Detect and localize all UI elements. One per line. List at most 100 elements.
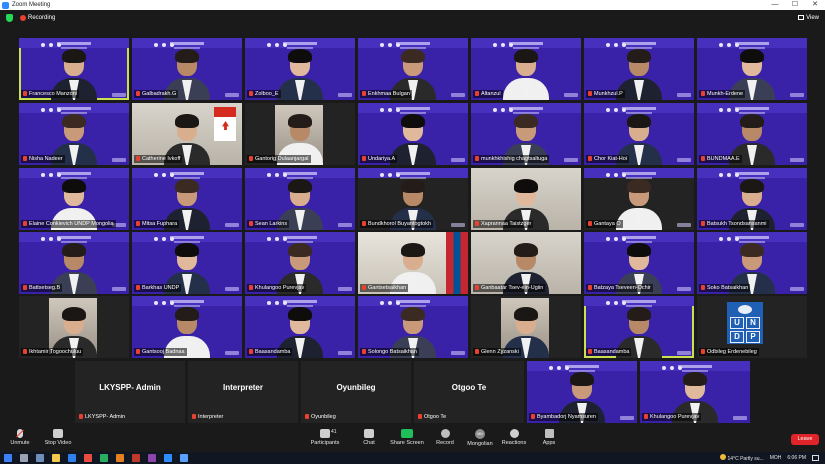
app-icon-red[interactable] [84,454,92,462]
app-icon-darkred[interactable] [132,454,140,462]
participant-tile[interactable]: Khulangoo Purevjav [245,232,355,294]
participant-name-tile[interactable]: Otgoo Te Otgoo Te [414,361,524,423]
firefox-icon[interactable] [116,454,124,462]
participant-tile[interactable]: Bundkhorol Buyantogtokh [358,168,468,230]
participant-tile[interactable]: Batzaya Tseveen-Ochir [584,232,694,294]
windows-start-icon[interactable] [4,454,12,462]
participants-button[interactable]: 41 Participants [305,429,345,446]
participant-tile[interactable]: Zolboo_E [245,38,355,100]
participant-tile[interactable]: Soko Batsaikhan [697,232,807,294]
participant-name-text: Francesco Manzoni [29,91,77,97]
participant-tile[interactable]: Glenn Zyzanski [471,296,581,358]
participant-tile[interactable]: Galbadrakh.G [132,38,242,100]
participant-tile[interactable]: Ikhtamir Togoochuluu [19,296,129,358]
participant-tile[interactable]: Xaprannaa Taistzger [471,168,581,230]
participant-tile[interactable]: Batsukh Tsondsansanmi [697,168,807,230]
participant-tile[interactable]: Francesco Manzoni [19,38,129,100]
muted-mic-icon [588,349,592,354]
participant-name-tile[interactable]: LKYSPP- Admin LKYSPP- Admin [75,361,185,423]
participant-tile[interactable]: BUNDMAA.E [697,103,807,165]
participant-name-text: Galbadrakh.G [142,91,177,97]
participant-name: Catherine Ivkoff [134,155,183,163]
participant-tile[interactable]: Gantaya O [584,168,694,230]
participant-tile[interactable]: Chor Kiat-Hoi [584,103,694,165]
unmute-label: Unmute [10,440,30,446]
unmute-button[interactable]: Unmute [0,429,40,446]
participant-tile[interactable]: Elaine Conkievich UNDP Mongolia [19,168,129,230]
encryption-shield-icon[interactable] [6,14,13,22]
participant-tile[interactable]: Ganbaatar Tsev-ein-Ugiin [471,232,581,294]
participant-tile[interactable]: Munkh-Erdene [697,38,807,100]
search-icon[interactable] [20,454,28,462]
participant-tile[interactable]: Byambadorj Nyamsuren [527,361,637,423]
participant-tile[interactable]: Nisha Nadeer [19,103,129,165]
participant-tile[interactable]: U N D P Odbileg Erdenebileg [697,296,807,358]
participant-tile[interactable]: Barkhas UNDP [132,232,242,294]
weather-widget[interactable]: 14°C Partly su... [720,454,764,462]
record-icon [440,429,450,438]
participant-name: Solongo Batsaikhan [360,348,419,356]
participant-tile[interactable]: Gantsetsaikhan [358,232,468,294]
record-button[interactable]: Record [425,429,465,446]
notifications-icon[interactable] [812,455,819,461]
clock[interactable]: 6:06 PM [787,455,806,461]
app-icon-purple[interactable] [148,454,156,462]
muted-mic-icon [588,221,592,226]
participant-name: Oyunbileg [303,413,338,421]
participant-tile[interactable]: Solongo Batsaikhan [358,296,468,358]
muted-mic-icon [588,285,592,290]
view-button[interactable]: View [798,13,819,23]
participant-tile[interactable]: Enkhmaa Bulgan [358,38,468,100]
participant-tile[interactable]: Mitsa Fuphara [132,168,242,230]
muted-mic-icon [136,156,140,161]
participant-tile[interactable]: Battsetseg.B [19,232,129,294]
reactions-button[interactable]: Reactions [494,429,534,446]
participant-tile[interactable]: Sean Larkins [245,168,355,230]
apps-label: Apps [542,440,556,446]
participant-tile[interactable]: Munkhzul.P [584,38,694,100]
zoom-taskbar-icon[interactable] [164,454,172,462]
window-title: Zoom Meeting [12,2,51,8]
participant-tile[interactable]: Altanzul [471,38,581,100]
participant-name: Gantorig Dulaanjargal [247,155,311,163]
participant-name: munkhkhishig chagtsaltuga [473,155,550,163]
participant-name: Gantsooj Badnaa [134,348,187,356]
participant-name-text: Khulangoo Purevjav [650,414,700,420]
participant-tile[interactable]: Gantsooj Badnaa [132,296,242,358]
participant-name: Munkh-Erdene [699,90,746,98]
muted-mic-icon [136,349,140,354]
apps-button[interactable]: Apps [529,429,569,446]
participant-tile[interactable]: Gantorig Dulaanjargal [245,103,355,165]
participant-name: Byambadorj Nyamsuren [529,413,598,421]
participant-name-tile[interactable]: Interpreter Interpreter [188,361,298,423]
participant-tile[interactable]: munkhkhishig chagtsaltuga [471,103,581,165]
participant-name: Zolboo_E [247,90,281,98]
participants-label: Participants [310,440,340,446]
microphone-muted-icon [17,429,23,438]
task-view-icon[interactable] [36,454,44,462]
participant-tile[interactable]: Baasandamba [245,296,355,358]
chat-button[interactable]: Chat [349,429,389,446]
participant-name: Francesco Manzoni [21,90,79,98]
stop-video-button[interactable]: Stop Video [38,429,78,446]
file-explorer-icon[interactable] [52,454,60,462]
participant-tile[interactable]: Catherine Ivkoff [132,103,242,165]
participant-tile[interactable]: Undariya.A [358,103,468,165]
zoom-logo-icon [2,1,9,9]
share-screen-button[interactable]: Share Screen [387,429,427,446]
input-language[interactable]: MOH [770,455,782,461]
participant-name: Khulangoo Purevjav [642,413,702,421]
edge-icon[interactable] [68,454,76,462]
leave-button[interactable]: Leave [791,434,819,445]
app-icon-green[interactable] [100,454,108,462]
participants-count: 41 [331,429,337,435]
app-icon-blue[interactable] [180,454,188,462]
participant-name-tile[interactable]: Oyunbileg Oyunbileg [301,361,411,423]
participant-tile[interactable]: Khulangoo Purevjav [640,361,750,423]
maximize-button[interactable]: ☐ [785,0,805,10]
minimize-button[interactable]: — [765,0,785,10]
close-button[interactable]: ✕ [805,0,825,10]
participant-name-text: Munkhzul.P [594,91,623,97]
participant-name-text: Ganbaatar Tsev-ein-Ugiin [481,285,544,291]
participant-tile[interactable]: Baasandamba [584,296,694,358]
